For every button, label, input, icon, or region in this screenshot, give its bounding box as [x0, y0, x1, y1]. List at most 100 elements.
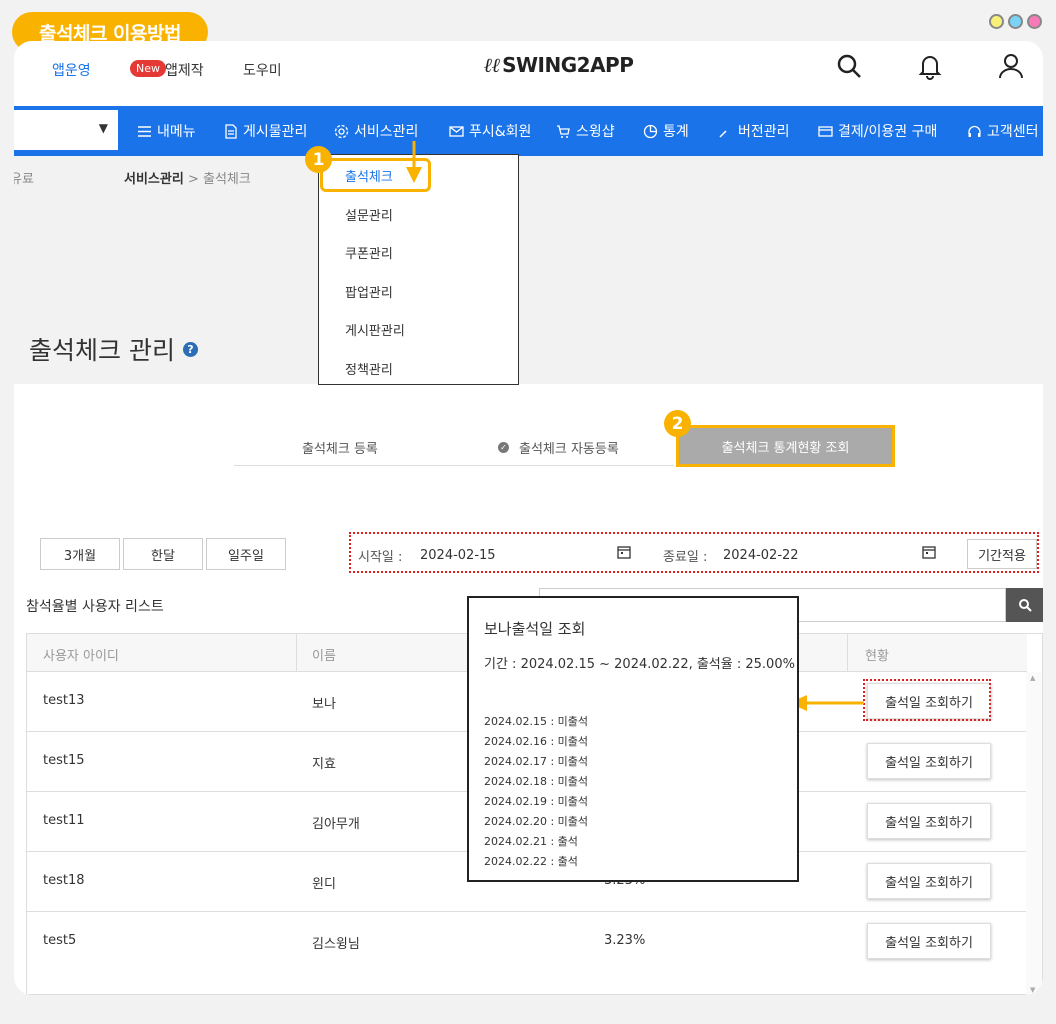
- nav-app-operation[interactable]: 앱운영: [52, 60, 91, 80]
- attendance-entry: 2024.02.16 : 미출석: [484, 735, 589, 748]
- app-frame: 앱운영 New 앱제작 도우미 ℓℓ SWING2APP ▼ 내메뉴 게시물관리 …: [14, 41, 1043, 995]
- cell-name: 보나: [312, 697, 336, 712]
- attendance-entry: 2024.02.20 : 미출석: [484, 815, 589, 828]
- cell-name: 김스윙님: [312, 937, 360, 952]
- apply-period-button[interactable]: 기간적용: [967, 539, 1037, 569]
- scroll-down-icon[interactable]: ▼: [1030, 986, 1035, 994]
- view-attendance-button[interactable]: 출석일 조회하기: [867, 803, 991, 839]
- blue-dot: [1008, 14, 1023, 29]
- table-row: test5 김스윙님 3.23% 출석일 조회하기: [27, 912, 1027, 972]
- header-user-id: 사용자 아이디: [43, 649, 119, 664]
- menu-customer-center[interactable]: 고객센터: [967, 121, 1039, 141]
- calendar-icon[interactable]: [617, 545, 631, 559]
- top-header: 앱운영 New 앱제작 도우미 ℓℓ SWING2APP: [14, 41, 1043, 106]
- gear-icon: [334, 124, 349, 138]
- breadcrumb-section[interactable]: 서비스관리: [124, 172, 184, 187]
- scroll-up-icon[interactable]: ▲: [1030, 674, 1035, 682]
- table-scrollbar[interactable]: ▲ ▼: [1026, 672, 1042, 995]
- pink-dot: [1027, 14, 1042, 29]
- check-icon: ✓: [498, 442, 509, 453]
- start-date-label: 시작일 :: [358, 550, 403, 565]
- mail-icon: [449, 125, 464, 137]
- menu-post-manage[interactable]: 게시물관리: [223, 121, 307, 141]
- help-icon[interactable]: ?: [182, 341, 198, 357]
- chevron-down-icon: ▼: [98, 121, 108, 135]
- window-dots: [989, 14, 1042, 29]
- cell-name: 지효: [312, 757, 336, 772]
- list-title: 참석율별 사용자 리스트: [26, 599, 164, 615]
- menu-statistics[interactable]: 통계: [643, 121, 689, 141]
- period-1-month-button[interactable]: 한달: [123, 538, 203, 570]
- view-attendance-button[interactable]: 출석일 조회하기: [867, 743, 991, 779]
- cell-rate: 3.23%: [604, 933, 646, 948]
- menu-version-manage[interactable]: 버전관리: [718, 121, 790, 141]
- menu-push-member[interactable]: 푸시&회원: [449, 121, 531, 141]
- view-attendance-button[interactable]: 출석일 조회하기: [867, 863, 991, 899]
- tab-statistics[interactable]: 출석체크 통계현황 조회: [676, 425, 895, 467]
- attendance-entry: 2024.02.21 : 출석: [484, 835, 578, 848]
- main-menu-bar: ▼ 내메뉴 게시물관리 서비스관리 푸시&회원 스윙샵 통계 버전관리 결제/이…: [14, 106, 1043, 156]
- wrench-icon: [719, 129, 727, 138]
- search-icon[interactable]: [834, 51, 864, 81]
- left-arrow-icon: [789, 695, 864, 711]
- bell-icon[interactable]: [915, 51, 945, 81]
- breadcrumb-left: 유료: [14, 172, 34, 187]
- button-highlight: [863, 679, 991, 721]
- tab-register[interactable]: 출석체크 등록: [302, 438, 378, 457]
- attendance-popup: 보나출석일 조회 기간 : 2024.02.15 ~ 2024.02.22, 출…: [467, 596, 799, 882]
- cell-name: 윈디: [312, 877, 336, 892]
- menu-my-menu[interactable]: 내메뉴: [137, 121, 196, 141]
- dropdown-item-coupon[interactable]: 쿠폰관리: [345, 243, 393, 262]
- attendance-entry: 2024.02.17 : 미출석: [484, 755, 589, 768]
- menu-payment[interactable]: 결제/이용권 구매: [818, 121, 937, 141]
- cart-icon: [557, 124, 570, 138]
- attendance-entry: 2024.02.22 : 출석: [484, 855, 578, 868]
- cell-user-id: test11: [43, 813, 85, 828]
- search-icon: [1018, 599, 1032, 612]
- nav-app-build[interactable]: 앱제작: [165, 60, 204, 80]
- dropdown-item-popup[interactable]: 팝업관리: [345, 282, 393, 301]
- app-select-dropdown[interactable]: ▼: [14, 110, 118, 150]
- dropdown-item-survey[interactable]: 설문관리: [345, 205, 393, 224]
- period-1-week-button[interactable]: 일주일: [206, 538, 286, 570]
- cell-user-id: test15: [43, 753, 85, 768]
- calendar-icon[interactable]: [922, 545, 936, 559]
- tab-auto-register[interactable]: ✓ 출석체크 자동등록: [498, 438, 619, 457]
- date-filter: 시작일 : 2024-02-15 종료일 : 2024-02-22 기간적용: [349, 532, 1039, 573]
- end-date-input[interactable]: 2024-02-22: [713, 541, 953, 569]
- header-status: 현황: [865, 649, 889, 664]
- cell-user-id: test13: [43, 693, 85, 708]
- page-title: 출석체크 관리?: [29, 331, 198, 367]
- dropdown-item-board[interactable]: 게시판관리: [345, 320, 405, 339]
- headset-icon: [968, 125, 981, 137]
- tab-underline: [234, 465, 674, 466]
- attendance-entry: 2024.02.19 : 미출석: [484, 795, 589, 808]
- period-3-months-button[interactable]: 3개월: [40, 538, 120, 570]
- nav-helper[interactable]: 도우미: [243, 60, 282, 80]
- menu-service-manage[interactable]: 서비스관리: [334, 121, 418, 141]
- card-icon: [818, 125, 833, 137]
- end-date-label: 종료일 :: [663, 550, 708, 565]
- dropdown-item-policy[interactable]: 정책관리: [345, 359, 393, 378]
- pie-chart-icon: [643, 124, 658, 138]
- user-icon[interactable]: [996, 51, 1026, 81]
- swing2app-logo[interactable]: ℓℓ SWING2APP: [484, 53, 634, 78]
- popup-title: 보나출석일 조회: [484, 620, 586, 638]
- step-1-badge: 1: [305, 146, 332, 173]
- view-attendance-button[interactable]: 출석일 조회하기: [867, 923, 991, 959]
- search-button[interactable]: [1006, 588, 1043, 622]
- start-date-input[interactable]: 2024-02-15: [410, 541, 650, 569]
- attendance-entry: 2024.02.18 : 미출석: [484, 775, 589, 788]
- cell-user-id: test5: [43, 933, 77, 948]
- cell-user-id: test18: [43, 873, 85, 888]
- breadcrumb: 서비스관리 > 출석체크: [124, 168, 251, 187]
- down-arrow-icon: [406, 141, 422, 183]
- menu-swing-shop[interactable]: 스윙샵: [556, 121, 615, 141]
- header-name: 이름: [312, 649, 336, 664]
- popup-summary: 기간 : 2024.02.15 ~ 2024.02.22, 출석율 : 25.0…: [484, 657, 795, 672]
- attendance-entry: 2024.02.15 : 미출석: [484, 715, 589, 728]
- cell-name: 김아무개: [312, 817, 360, 832]
- new-badge: New: [130, 60, 166, 77]
- hamburger-icon: [138, 125, 151, 137]
- document-icon: [225, 123, 237, 139]
